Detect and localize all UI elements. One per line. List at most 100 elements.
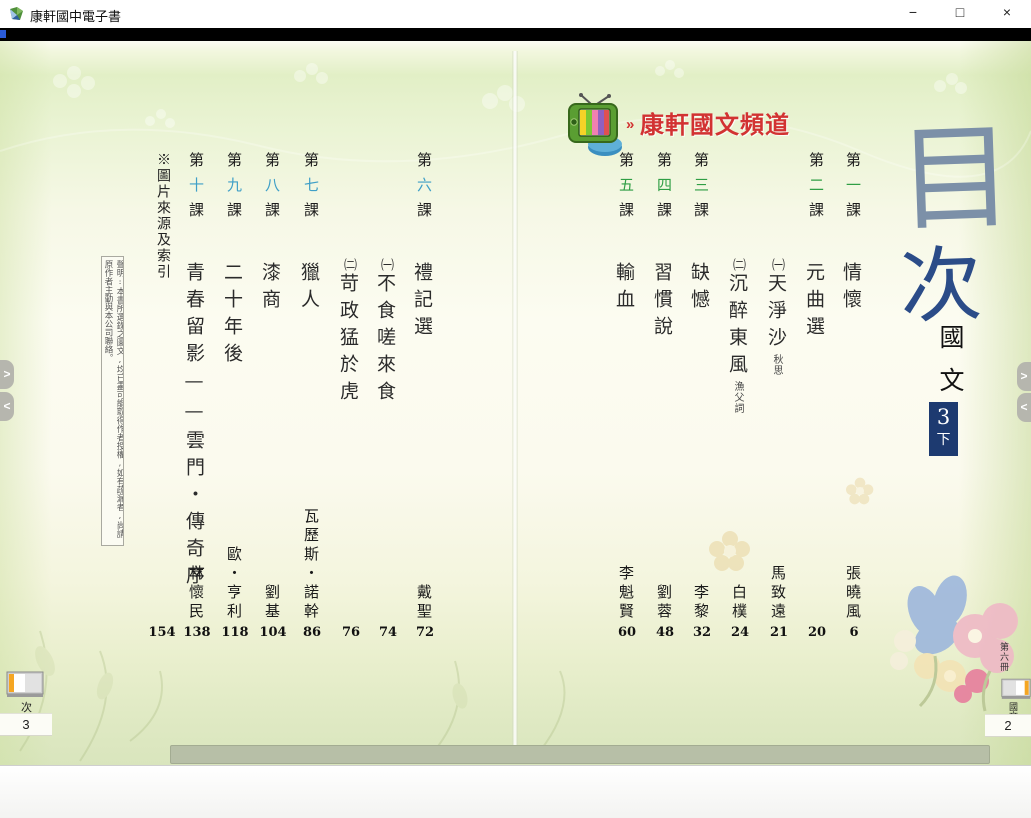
- header-prefix: 第: [692, 152, 710, 177]
- header-suffix: 課: [807, 202, 825, 227]
- volume-semester: 下: [929, 430, 958, 450]
- right-edge-back-arrow[interactable]: <: [1017, 393, 1031, 422]
- toc-header-lesson-2[interactable]: 第二課: [807, 152, 827, 227]
- toc-page-number[interactable]: 72: [407, 625, 443, 640]
- copyright-note-box: 聲明:本書所選錄之圖文,均已盡可能取得作者授權,如有疏漏者,尚請原作者主動與本公…: [101, 256, 124, 546]
- toc-page-number[interactable]: 74: [370, 625, 406, 640]
- toc-header-lesson-1[interactable]: 第一課: [844, 152, 864, 227]
- toc-page-number[interactable]: 48: [647, 625, 683, 640]
- header-suffix: 課: [617, 202, 635, 227]
- header-prefix: 第: [263, 152, 281, 177]
- toc-page-number[interactable]: 104: [255, 625, 291, 640]
- toc-title-lesson-4[interactable]: 習慣說: [654, 262, 676, 343]
- header-suffix: 課: [844, 202, 862, 227]
- toc-header-lesson-9[interactable]: 第九課: [225, 152, 245, 227]
- toc-page-number[interactable]: 138: [179, 625, 215, 640]
- toc-title-lesson-2[interactable]: 元曲選: [806, 262, 828, 343]
- toc-title-lesson-3[interactable]: 缺憾: [691, 262, 713, 316]
- channel-label[interactable]: 康軒國文頻道: [640, 105, 790, 140]
- lesson-number: 三: [692, 177, 710, 202]
- channel-chevron: »: [626, 116, 634, 133]
- toc-header-lesson-7[interactable]: 第七課: [302, 152, 322, 227]
- page-fold: [512, 51, 518, 751]
- toc-page-number[interactable]: 20: [799, 625, 835, 640]
- toc-header-lesson-8[interactable]: 第八課: [263, 152, 283, 227]
- right-edge-forward-arrow[interactable]: >: [1017, 362, 1031, 391]
- toc-author: 劉基: [263, 584, 283, 622]
- toc-subtitle-lesson-2a[interactable]: ㈠天淨沙秋思: [768, 258, 790, 376]
- titlebar: 康軒國中電子書 − □ ×: [0, 0, 1031, 28]
- toc-title-lesson-9[interactable]: 二十年後: [224, 262, 246, 370]
- toc-title-lesson-10[interactable]: 青春留影——雲門・傳奇序: [186, 262, 208, 592]
- header-prefix: 第: [187, 152, 205, 177]
- toc-page-number[interactable]: 32: [684, 625, 720, 640]
- toc-bookmark-icon[interactable]: [6, 671, 44, 698]
- toc-title-lesson-1[interactable]: 情懷: [843, 262, 865, 316]
- toc-image-index-entry[interactable]: ※圖片來源及索引: [151, 152, 173, 280]
- toc-title-lesson-7[interactable]: 獵人: [301, 262, 323, 316]
- toc-author: 白樸: [730, 584, 750, 622]
- toc-author: 戴聖: [415, 584, 435, 622]
- strip-accent: [0, 30, 6, 38]
- lesson-number: 八: [263, 177, 281, 202]
- toc-author: 歐・亨利: [225, 546, 245, 622]
- book-spread: [0, 41, 1031, 765]
- toc-title-lesson-8[interactable]: 漆商: [262, 262, 284, 316]
- toolbar: 專家: [0, 765, 1031, 818]
- toc-subtitle-lesson-6a[interactable]: ㈠不食嗟來食: [377, 258, 399, 408]
- toc-author: 張曉風: [844, 565, 864, 622]
- toc-page-number[interactable]: 118: [217, 625, 253, 640]
- toc-subtitle-lesson-2b[interactable]: ㈡沉醉東風漁父詞: [729, 258, 751, 414]
- sub-item-label: ㈠: [769, 258, 784, 273]
- left-corner-page-number[interactable]: 3: [0, 713, 52, 736]
- header-prefix: 第: [807, 152, 825, 177]
- left-edge-back-arrow[interactable]: <: [0, 392, 14, 421]
- toc-header-lesson-6[interactable]: 第六課: [415, 152, 435, 227]
- toc-author: 李黎: [692, 584, 712, 622]
- header-prefix: 第: [225, 152, 243, 177]
- header-suffix: 課: [692, 202, 710, 227]
- window-minimize-button[interactable]: −: [898, 4, 928, 24]
- header-prefix: 第: [302, 152, 320, 177]
- toc-author: 瓦歷斯・諾幹: [302, 508, 322, 622]
- sub-item-title: 天淨沙: [765, 273, 787, 354]
- cover-subject: 國文: [932, 324, 968, 410]
- right-corner-page-number[interactable]: 2: [985, 714, 1031, 737]
- lesson-number: 十: [187, 177, 205, 202]
- toc-page-number[interactable]: 21: [761, 625, 797, 640]
- lesson-number: 七: [302, 177, 320, 202]
- window-maximize-button[interactable]: □: [945, 4, 975, 24]
- toc-page-number[interactable]: 60: [609, 625, 645, 640]
- header-suffix: 課: [655, 202, 673, 227]
- window-close-button[interactable]: ×: [992, 4, 1022, 24]
- toc-page-number[interactable]: 6: [836, 625, 872, 640]
- lesson-number: 九: [225, 177, 243, 202]
- toc-subtitle-lesson-6b[interactable]: ㈡苛政猛於虎: [340, 258, 362, 408]
- toc-page-number[interactable]: 154: [144, 625, 180, 640]
- toc-header-lesson-5[interactable]: 第五課: [617, 152, 637, 227]
- header-prefix: 第: [844, 152, 862, 177]
- sub-item-annotation: 漁父詞: [732, 381, 743, 414]
- toc-header-lesson-10[interactable]: 第十課: [187, 152, 207, 227]
- horizontal-scrollbar[interactable]: [170, 745, 990, 764]
- toc-header-lesson-4[interactable]: 第四課: [655, 152, 675, 227]
- lesson-number: 四: [655, 177, 673, 202]
- toc-page-number[interactable]: 76: [333, 625, 369, 640]
- toc-title-lesson-5[interactable]: 輸血: [616, 262, 638, 316]
- sub-item-label: ㈡: [730, 258, 745, 273]
- lesson-number: 五: [617, 177, 635, 202]
- header-suffix: 課: [302, 202, 320, 227]
- toc-page-number[interactable]: 86: [294, 625, 330, 640]
- toc-page-number[interactable]: 24: [722, 625, 758, 640]
- header-suffix: 課: [263, 202, 281, 227]
- window-title: 康軒國中電子書: [30, 6, 121, 25]
- header-prefix: 第: [617, 152, 635, 177]
- small-flower-decoration: [700, 521, 760, 581]
- toc-title-lesson-6[interactable]: 禮記選: [414, 262, 436, 343]
- header-prefix: 第: [655, 152, 673, 177]
- left-edge-forward-arrow[interactable]: >: [0, 360, 14, 389]
- toc-header-lesson-3[interactable]: 第三課: [692, 152, 712, 227]
- app-window: 康軒國中電子書 − □ ×: [0, 0, 1031, 818]
- tv-channel-icon[interactable]: [567, 92, 627, 158]
- text-bookmark-icon[interactable]: [1001, 677, 1031, 701]
